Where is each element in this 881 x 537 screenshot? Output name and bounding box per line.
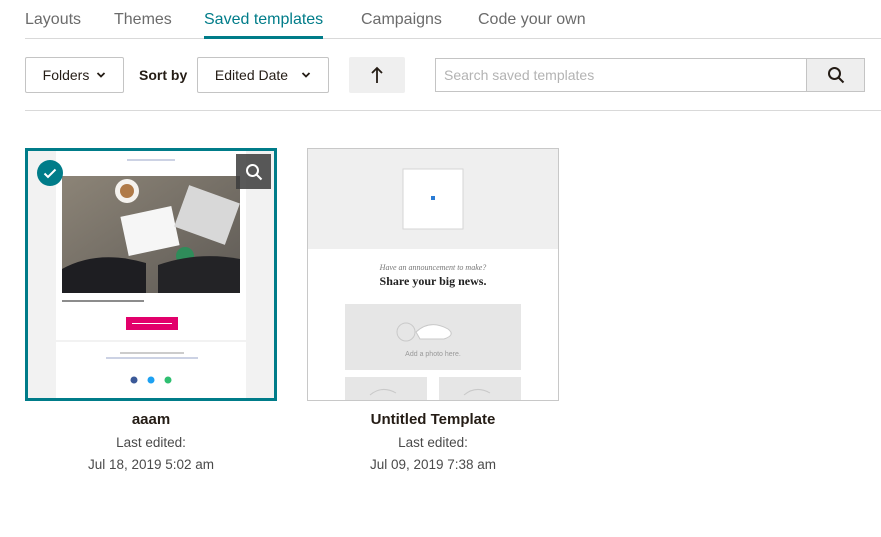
template-caption: aaam Last edited: Jul 18, 2019 5:02 am [25,411,277,472]
template-name[interactable]: Untitled Template [307,411,559,428]
sort-by-label: Sort by [139,67,188,83]
preview-headline: Share your big news. [379,274,487,288]
tab-campaigns[interactable]: Campaigns [361,11,442,29]
chevron-down-icon [97,72,106,78]
search-icon [827,67,844,84]
preview-photo-label: Add a photo here. [405,351,461,358]
template-card-untitled[interactable]: Have an announcement to make? Share your… [307,148,559,401]
last-edited-date: Jul 09, 2019 7:38 am [369,457,497,472]
arrow-up-icon [371,66,383,83]
sort-value: Edited Date [214,67,289,83]
chevron-down-icon [301,72,311,78]
folders-dropdown[interactable]: Folders [25,57,124,93]
tab-layouts[interactable]: Layouts [25,11,81,29]
last-edited-label: Last edited: [116,435,186,450]
tab-themes[interactable]: Themes [114,11,172,29]
selected-check-icon [37,160,63,186]
preview-kicker: Have an announcement to make? [379,263,487,272]
tab-saved-templates[interactable]: Saved templates [204,11,324,39]
template-tabs: Layouts Themes Saved templates Campaigns… [25,0,881,39]
toolbar-divider [25,110,881,111]
search-button[interactable] [806,58,865,92]
template-caption: Untitled Template Last edited: Jul 09, 2… [307,411,559,472]
folders-label: Folders [42,67,90,83]
sort-select[interactable]: Edited Date [197,57,329,93]
magnifier-icon [245,163,262,180]
tab-code-your-own[interactable]: Code your own [478,11,586,29]
sort-direction-button[interactable] [349,57,405,93]
search-input[interactable] [435,58,807,92]
last-edited-label: Last edited: [398,435,468,450]
last-edited-date: Jul 18, 2019 5:02 am [87,457,215,472]
template-name[interactable]: aaam [25,411,277,428]
template-card-aaam[interactable] [25,148,277,401]
preview-zoom-button[interactable] [236,154,271,189]
